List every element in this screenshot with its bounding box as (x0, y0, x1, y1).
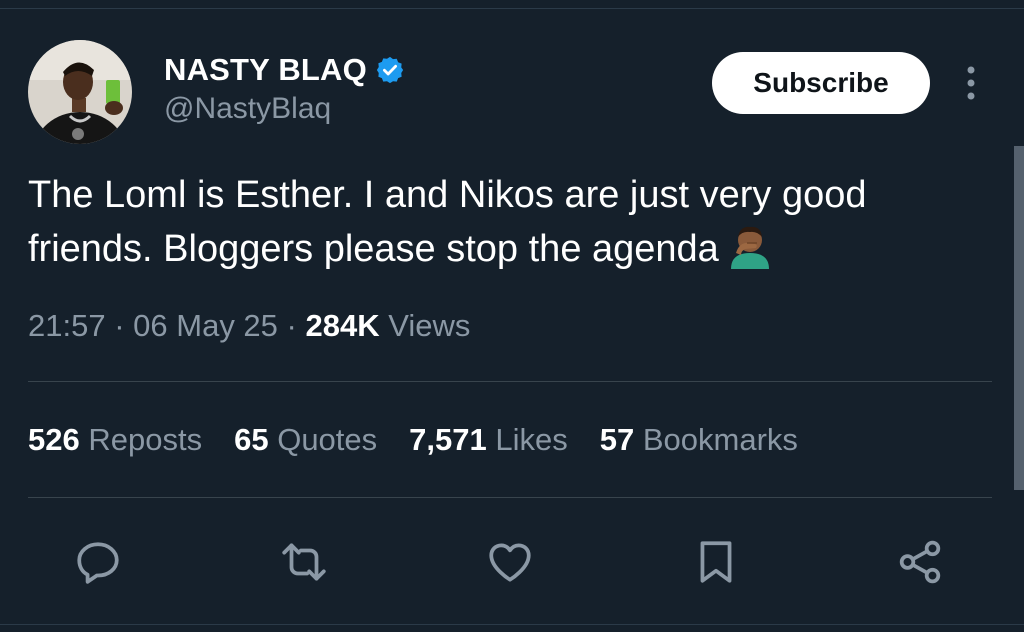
repost-icon[interactable] (276, 534, 332, 590)
views-label: Views (388, 308, 471, 343)
meta-separator: · (114, 308, 125, 343)
engagement-stats: 526 Reposts 65 Quotes 7,571 Likes 57 Boo… (28, 422, 798, 458)
tweet-date[interactable]: 06 May 25 (133, 308, 278, 343)
profile-photo (28, 40, 132, 144)
author-name-row[interactable]: NASTY BLAQ (164, 48, 405, 92)
author-handle[interactable]: @NastyBlaq (164, 92, 331, 126)
more-options-icon[interactable] (956, 62, 986, 106)
stat-label: Reposts (88, 422, 203, 457)
tweet-time[interactable]: 21:57 (28, 308, 106, 343)
author-display-name[interactable]: NASTY BLAQ (164, 52, 367, 88)
stat-bookmarks[interactable]: 57 Bookmarks (600, 422, 798, 458)
share-icon[interactable] (892, 534, 948, 590)
stat-count: 57 (599, 422, 635, 457)
tweet-text-line-content: friends. Bloggers please stop the agenda (28, 228, 719, 270)
stat-label: Likes (495, 422, 568, 457)
verified-badge-icon (375, 55, 405, 85)
scrollbar[interactable] (1014, 146, 1024, 490)
subscribe-button[interactable]: Subscribe (712, 52, 930, 114)
stat-count: 526 (28, 422, 80, 457)
like-icon[interactable] (482, 534, 538, 590)
stat-count: 65 (234, 422, 269, 457)
stat-count: 7,571 (409, 422, 487, 457)
stat-likes[interactable]: 7,571 Likes (409, 422, 568, 458)
man-facepalming-emoji (727, 223, 773, 269)
stat-quotes[interactable]: 65 Quotes (234, 422, 377, 458)
stat-label: Bookmarks (642, 422, 798, 457)
tweet-text-line: The Loml is Esther. I and Nikos are just… (28, 174, 867, 216)
divider (28, 381, 992, 382)
top-divider (0, 8, 1024, 9)
tweet-text-line: friends. Bloggers please stop the agenda (28, 222, 988, 276)
divider (28, 497, 992, 498)
bottom-divider (0, 624, 1024, 625)
tweet-text: The Loml is Esther. I and Nikos are just… (28, 168, 988, 276)
reply-icon[interactable] (70, 534, 126, 590)
meta-separator: · (286, 308, 297, 343)
bookmark-icon[interactable] (688, 534, 744, 590)
tweet-meta: 21:57 · 06 May 25 · 284K Views (28, 308, 470, 344)
stat-reposts[interactable]: 526 Reposts (28, 422, 202, 458)
views-count: 284K (305, 308, 380, 343)
avatar[interactable] (28, 40, 132, 144)
stat-label: Quotes (277, 422, 378, 457)
